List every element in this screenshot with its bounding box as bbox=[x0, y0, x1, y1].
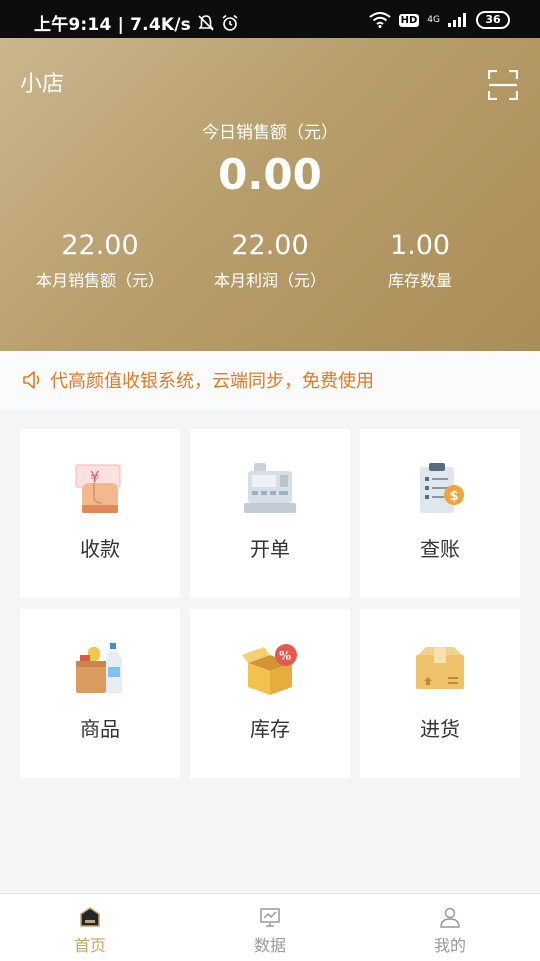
tab-label: 我的 bbox=[433, 936, 466, 955]
cash-register-icon bbox=[244, 463, 296, 513]
battery-icon: 36 bbox=[476, 11, 510, 29]
hd-badge: HD bbox=[398, 13, 420, 27]
signal-icon bbox=[448, 13, 466, 27]
today-sales-value: 0.00 bbox=[218, 150, 322, 199]
status-right: HD 4G 36 bbox=[369, 11, 510, 29]
shop-name[interactable]: 小店 bbox=[20, 66, 64, 98]
tile-inventory[interactable]: % 库存 bbox=[190, 609, 350, 778]
tile-products[interactable]: 商品 bbox=[20, 609, 180, 778]
tile-label: 进货 bbox=[420, 717, 460, 741]
tab-data[interactable]: 数据 bbox=[180, 894, 360, 961]
tile-payment[interactable]: ¥ 收款 bbox=[20, 429, 180, 598]
tile-create-order[interactable]: 开单 bbox=[190, 429, 350, 598]
chart-icon bbox=[260, 908, 280, 927]
tab-home[interactable]: 首页 bbox=[0, 894, 180, 961]
stat-value: 22.00 bbox=[61, 230, 139, 261]
stat-month-sales[interactable]: 22.00 本月销售额（元） bbox=[10, 230, 190, 291]
stat-label: 库存数量 bbox=[387, 271, 452, 290]
notice-bar[interactable]: 代高颜值收银系统，云端同步，免费使用 bbox=[0, 351, 540, 409]
bottom-tab-bar: 首页 数据 我的 bbox=[0, 893, 540, 961]
header-summary: 小店 今日销售额（元） 0.00 22.00 本月销售额（元） 22.00 本月… bbox=[0, 38, 540, 351]
mute-bell-icon bbox=[198, 14, 214, 31]
tile-label: 库存 bbox=[250, 717, 290, 741]
wifi-icon bbox=[369, 12, 391, 28]
tile-label: 开单 bbox=[250, 537, 290, 561]
stat-value: 1.00 bbox=[389, 230, 451, 261]
status-bar: 上午9:14 | 7.4K/s HD 4G 36 bbox=[0, 0, 540, 38]
status-left: 上午9:14 | 7.4K/s bbox=[34, 10, 239, 35]
user-icon bbox=[440, 907, 460, 928]
tile-label: 收款 bbox=[80, 537, 120, 561]
stat-stock-count[interactable]: 1.00 库存数量 bbox=[330, 230, 510, 291]
tab-label: 首页 bbox=[73, 936, 106, 955]
tile-label: 商品 bbox=[80, 717, 120, 741]
clipboard-ledger-icon: $ bbox=[420, 463, 464, 513]
open-box-discount-icon: % bbox=[242, 644, 297, 695]
closed-box-icon bbox=[416, 647, 464, 689]
groceries-icon bbox=[76, 643, 122, 693]
tab-mine[interactable]: 我的 bbox=[360, 894, 540, 961]
tile-check-accounts[interactable]: $ 查账 bbox=[360, 429, 520, 598]
speaker-icon bbox=[23, 371, 40, 389]
today-sales-label: 今日销售额（元） bbox=[202, 123, 338, 143]
home-icon bbox=[80, 907, 100, 927]
notice-text: 代高颜值收银系统，云端同步，免费使用 bbox=[50, 371, 374, 392]
status-time-speed: 上午9:14 | 7.4K/s bbox=[34, 15, 191, 35]
svg-text:$: $ bbox=[450, 489, 459, 504]
tab-label: 数据 bbox=[253, 936, 286, 955]
stat-label: 本月销售额（元） bbox=[35, 271, 164, 290]
svg-text:%: % bbox=[279, 649, 291, 663]
tile-purchase[interactable]: 进货 bbox=[360, 609, 520, 778]
alarm-clock-icon bbox=[222, 14, 238, 31]
scan-icon[interactable] bbox=[488, 70, 518, 100]
tile-label: 查账 bbox=[420, 537, 460, 561]
network-type: 4G bbox=[427, 15, 440, 25]
payment-hand-icon: ¥ bbox=[75, 464, 121, 513]
